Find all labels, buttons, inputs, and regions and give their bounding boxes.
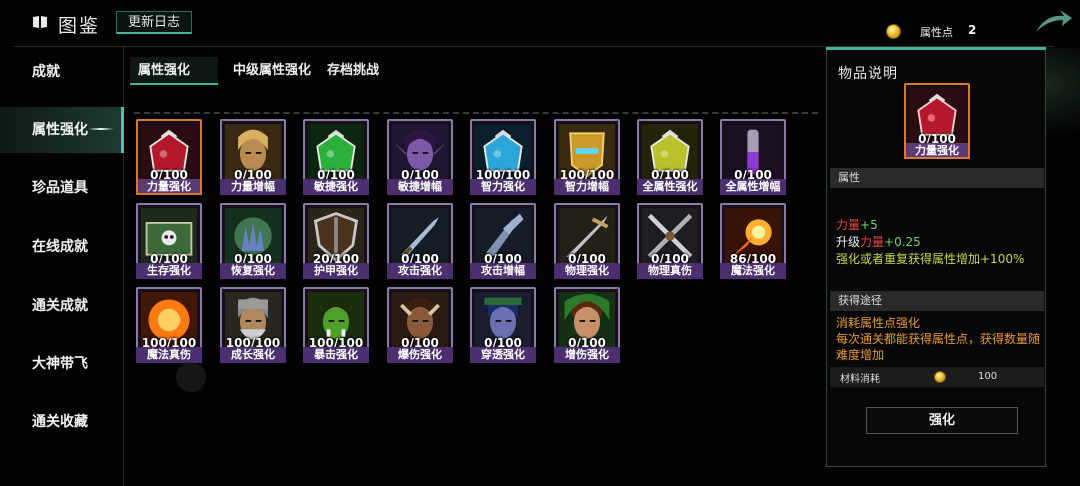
item-name: 力量增幅 xyxy=(220,179,286,195)
item-card[interactable]: 0/100 增伤强化 xyxy=(554,287,620,363)
attr-points-value: 2 xyxy=(968,23,977,37)
item-card[interactable]: 0/100 穿透强化 xyxy=(470,287,536,363)
sidebar-item-clear-collection[interactable]: 通关收藏 xyxy=(0,399,124,445)
item-name: 敏捷增幅 xyxy=(387,179,453,195)
tab-attribute-enhance[interactable]: 属性强化 xyxy=(130,57,218,85)
item-card[interactable]: 0/100 力量强化 xyxy=(136,119,202,195)
sidebar-item-online-achievements[interactable]: 在线成就 xyxy=(0,224,124,270)
attr-line-3: 强化或者重复获得属性增加+100% xyxy=(836,252,1025,266)
item-card[interactable]: 100/100 智力强化 xyxy=(470,119,536,195)
panel-title: 物品说明 xyxy=(838,66,898,82)
item-name: 全属性增幅 xyxy=(720,179,786,195)
back-arrow-icon[interactable] xyxy=(1030,8,1074,46)
item-card[interactable]: 0/100 全属性增幅 xyxy=(720,119,786,195)
collection-screen: 图鉴 更新日志 属性点 2 成就 属性强化 珍品道具 在线成就 通关成就 大神带… xyxy=(0,0,1080,486)
item-card[interactable]: 100/100 魔法真伤 xyxy=(136,287,202,363)
item-card[interactable]: 0/100 爆伤强化 xyxy=(387,287,453,363)
joystick-icon xyxy=(176,362,206,392)
sidebar-item-label: 属性强化 xyxy=(32,122,88,138)
item-name: 成长强化 xyxy=(220,347,286,363)
tab-save-challenge[interactable]: 存档挑战 xyxy=(327,57,379,85)
dashed-divider xyxy=(134,112,818,114)
attr-line-2: 升级力量+0.25 xyxy=(836,235,921,249)
item-name: 智力强化 xyxy=(470,179,536,195)
item-card[interactable]: 100/100 成长强化 xyxy=(220,287,286,363)
item-name: 物理真伤 xyxy=(637,263,703,279)
item-card[interactable]: 0/100 物理强化 xyxy=(554,203,620,279)
item-card[interactable]: 0/100 全属性强化 xyxy=(637,119,703,195)
source-line-2: 每次通关都能获得属性点，获得数量随难度增加 xyxy=(836,332,1041,362)
page-title: 图鉴 xyxy=(58,15,101,37)
item-name: 攻击增幅 xyxy=(470,263,536,279)
item-name: 生存强化 xyxy=(136,263,202,279)
item-name: 护甲强化 xyxy=(303,263,369,279)
item-name: 力量强化 xyxy=(136,179,202,195)
material-label: 材料消耗 xyxy=(840,374,880,385)
sparkle-icon xyxy=(88,128,114,130)
item-name: 力量强化 xyxy=(904,143,970,159)
item-name: 攻击强化 xyxy=(387,263,453,279)
item-name: 爆伤强化 xyxy=(387,347,453,363)
attr-points-label: 属性点 xyxy=(920,26,953,39)
item-card[interactable]: 0/100 敏捷强化 xyxy=(303,119,369,195)
section-header-attributes: 属性 xyxy=(830,168,1044,188)
item-card[interactable]: 0/100 物理真伤 xyxy=(637,203,703,279)
item-card[interactable]: 0/100 攻击增幅 xyxy=(470,203,536,279)
selected-item-icon: 0/100 力量强化 xyxy=(904,83,970,161)
panel-accent xyxy=(826,47,1046,50)
item-card[interactable]: 0/100 敏捷增幅 xyxy=(387,119,453,195)
sidebar-item-carry[interactable]: 大神带飞 xyxy=(0,341,124,387)
item-name: 全属性强化 xyxy=(637,179,703,195)
item-name: 魔法强化 xyxy=(720,263,786,279)
item-card[interactable]: 86/100 魔法强化 xyxy=(720,203,786,279)
section-header-source: 获得途径 xyxy=(830,291,1044,311)
sidebar-item-achievements[interactable]: 成就 xyxy=(0,49,124,95)
sidebar-item-clear-achievements[interactable]: 通关成就 xyxy=(0,283,124,329)
item-card[interactable]: 20/100 护甲强化 xyxy=(303,203,369,279)
item-name: 智力增幅 xyxy=(554,179,620,195)
coin-icon xyxy=(934,371,946,383)
item-name: 增伤强化 xyxy=(554,347,620,363)
item-card[interactable]: 100/100 暴击强化 xyxy=(303,287,369,363)
item-name: 魔法真伤 xyxy=(136,347,202,363)
tab-intermediate-enhance[interactable]: 中级属性强化 xyxy=(233,57,311,85)
item-card[interactable]: 0/100 恢复强化 xyxy=(220,203,286,279)
book-icon xyxy=(33,16,47,28)
sidebar: 成就 属性强化 珍品道具 在线成就 通关成就 大神带飞 通关收藏 xyxy=(0,47,124,486)
item-card[interactable]: 0/100 攻击强化 xyxy=(387,203,453,279)
changelog-button[interactable]: 更新日志 xyxy=(116,11,192,34)
item-name: 暴击强化 xyxy=(303,347,369,363)
item-name: 物理强化 xyxy=(554,263,620,279)
enhance-button[interactable]: 强化 xyxy=(866,407,1018,434)
sidebar-item-attribute-enhance[interactable]: 属性强化 xyxy=(0,107,124,153)
source-line-1: 消耗属性点强化 xyxy=(836,316,921,330)
item-card[interactable]: 0/100 力量增幅 xyxy=(220,119,286,195)
attr-point-coin-icon xyxy=(886,24,901,39)
attr-line-1: 力量+5 xyxy=(836,218,878,232)
item-name: 穿透强化 xyxy=(470,347,536,363)
item-card[interactable]: 0/100 生存强化 xyxy=(136,203,202,279)
material-value: 100 xyxy=(978,371,998,382)
item-card[interactable]: 100/100 智力增幅 xyxy=(554,119,620,195)
item-name: 敏捷强化 xyxy=(303,179,369,195)
sidebar-item-rare-items[interactable]: 珍品道具 xyxy=(0,165,124,211)
item-name: 恢复强化 xyxy=(220,263,286,279)
